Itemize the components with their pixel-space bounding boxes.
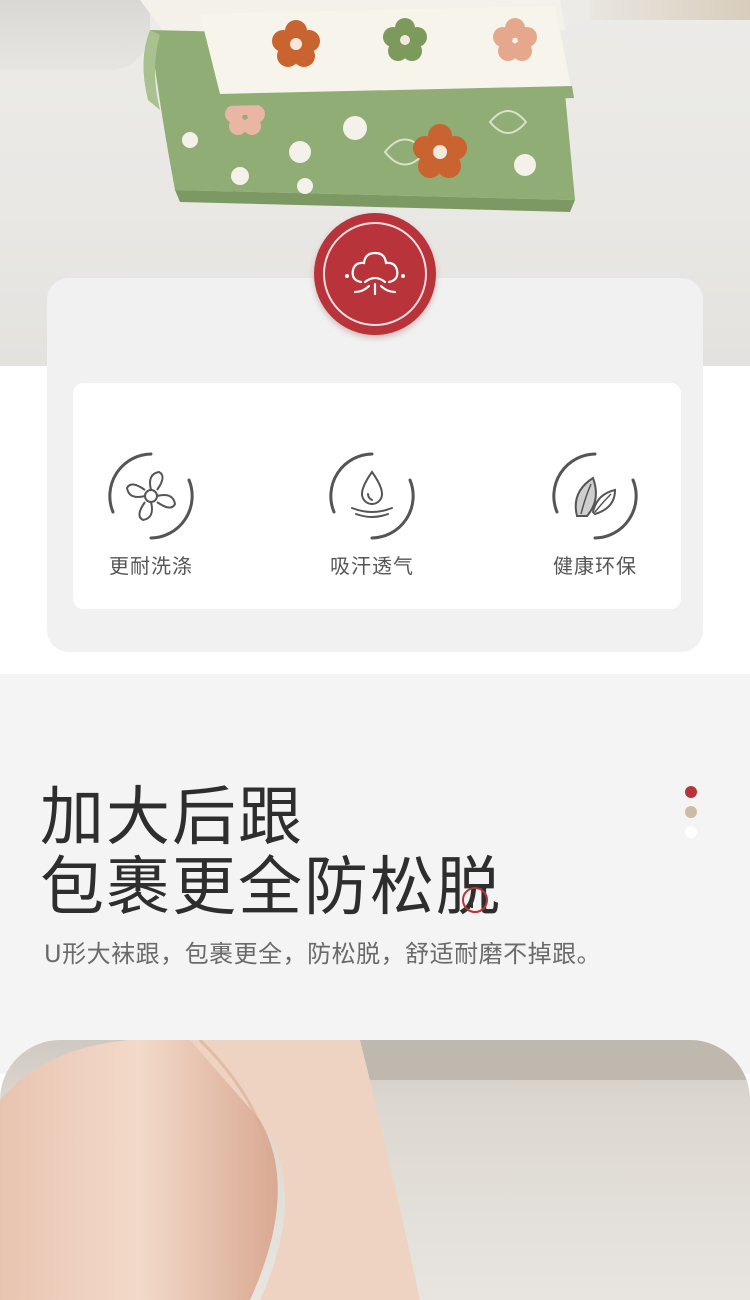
color-dots <box>685 786 699 846</box>
headline-line1: 加大后跟 <box>40 781 304 855</box>
feature-breathable: 吸汗透气 <box>282 450 462 580</box>
dot-red <box>685 786 697 798</box>
dot-beige <box>685 806 697 818</box>
feature-label: 健康环保 <box>553 554 637 578</box>
decorative-circle-mark <box>462 887 488 913</box>
cotton-icon <box>345 251 405 296</box>
feature-eco: 健康环保 <box>505 450 685 580</box>
sweat-absorb-icon <box>329 452 415 540</box>
feature-label: 更耐洗涤 <box>109 554 193 578</box>
leg-photo <box>0 1040 750 1300</box>
feature-washable: 更耐洗涤 <box>61 450 241 580</box>
eco-leaf-icon <box>552 452 638 540</box>
washable-icon <box>108 452 194 540</box>
leg-illustration <box>0 1040 750 1300</box>
feature-label: 吸汗透气 <box>330 554 414 578</box>
dot-white <box>685 826 697 838</box>
cotton-badge <box>314 213 436 335</box>
section-description: U形大袜跟，包裹更全，防松脱，舒适耐磨不掉跟。 <box>44 940 602 968</box>
headline-line2: 包裹更全防松脱 <box>40 851 502 925</box>
